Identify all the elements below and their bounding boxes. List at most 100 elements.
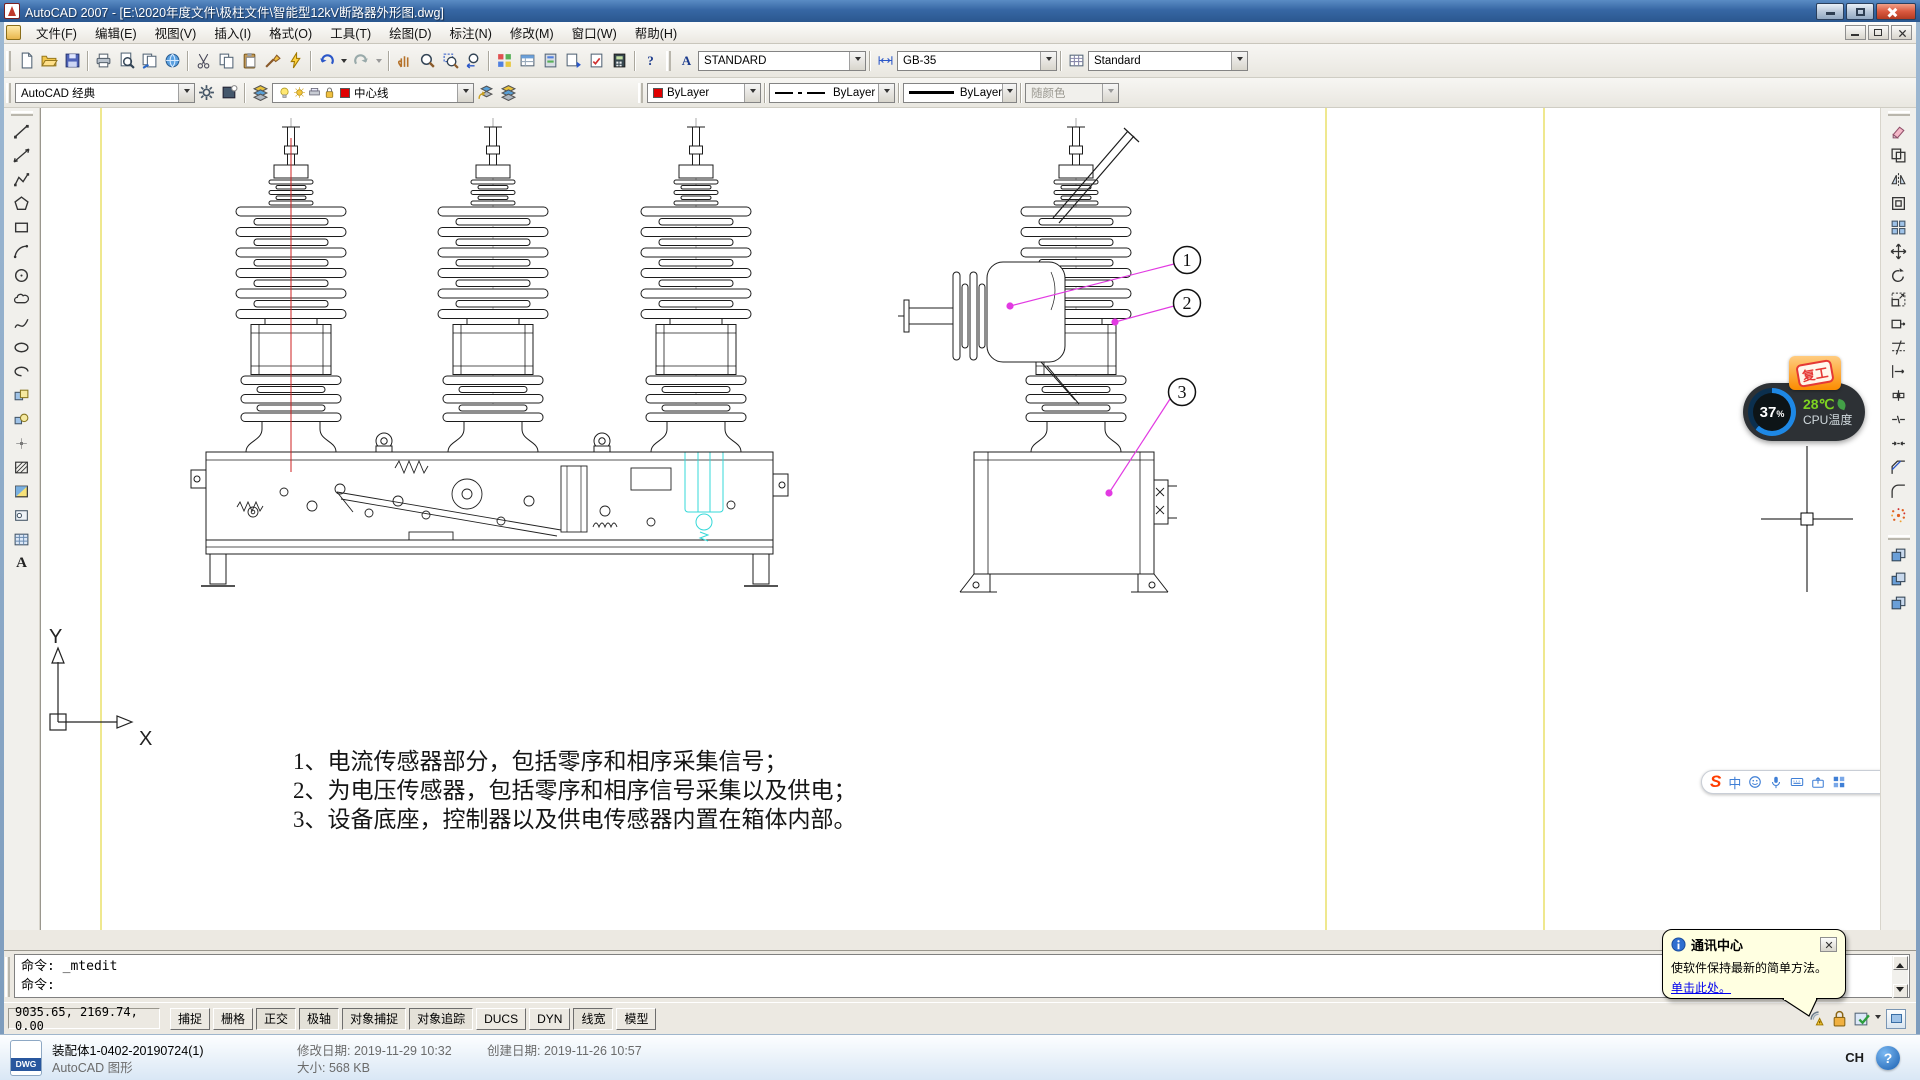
- new-icon[interactable]: [15, 50, 38, 72]
- ellipse-icon[interactable]: [9, 335, 35, 359]
- ime-keyboard-icon[interactable]: [1790, 775, 1804, 789]
- modify-toolbar-grip[interactable]: [1888, 111, 1910, 116]
- markup-set-manager-icon[interactable]: [585, 50, 608, 72]
- text-style-dropdown-icon[interactable]: [849, 52, 865, 70]
- plot-icon[interactable]: [92, 50, 115, 72]
- polar-toggle[interactable]: 极轴: [299, 1008, 339, 1030]
- dyn-toggle[interactable]: DYN: [529, 1008, 570, 1030]
- copy-clip-icon[interactable]: [215, 50, 238, 72]
- insert-block-icon[interactable]: [9, 383, 35, 407]
- ime-skin-grid-icon[interactable]: [1832, 775, 1846, 789]
- trim-icon[interactable]: [1886, 335, 1912, 359]
- rotate-icon[interactable]: [1886, 263, 1912, 287]
- publish-icon[interactable]: [138, 50, 161, 72]
- tray-dropdown-icon[interactable]: [1875, 1015, 1881, 1022]
- help-icon[interactable]: ?: [639, 50, 662, 72]
- coordinates-readout[interactable]: 9035.65, 2169.74, 0.00: [8, 1008, 160, 1029]
- block-editor-icon[interactable]: [284, 50, 307, 72]
- workspace-dropdown-icon[interactable]: [178, 84, 194, 102]
- tool-palettes-icon[interactable]: [539, 50, 562, 72]
- break-icon[interactable]: [1886, 407, 1912, 431]
- ime-mode-toggle[interactable]: 中: [1728, 773, 1741, 792]
- sheet-set-manager-icon[interactable]: [562, 50, 585, 72]
- ortho-toggle[interactable]: 正交: [256, 1008, 296, 1030]
- menu-modify[interactable]: 修改(M): [501, 21, 563, 44]
- layer-freeze-sun-icon[interactable]: [293, 86, 306, 99]
- redo-dropdown-icon[interactable]: [373, 50, 385, 72]
- layer-states-icon[interactable]: [497, 82, 520, 104]
- lineweight-combo[interactable]: ByLayer: [903, 83, 1017, 103]
- ime-emoji-icon[interactable]: [1748, 775, 1762, 789]
- color-dropdown-icon[interactable]: [744, 84, 760, 102]
- cpu-temp-widget[interactable]: 37% 28℃ CPU温度: [1743, 383, 1865, 441]
- mdi-close-button[interactable]: [1891, 25, 1912, 40]
- menu-edit[interactable]: 编辑(E): [86, 21, 146, 44]
- layer-previous-icon[interactable]: [474, 82, 497, 104]
- quickcalc-icon[interactable]: [608, 50, 631, 72]
- erase-icon[interactable]: [1886, 119, 1912, 143]
- minimize-button[interactable]: [1816, 3, 1844, 20]
- workspace-combo[interactable]: AutoCAD 经典: [15, 83, 195, 103]
- close-button[interactable]: [1876, 3, 1916, 20]
- plot-preview-icon[interactable]: [115, 50, 138, 72]
- linetype-combo[interactable]: ByLayer: [769, 83, 895, 103]
- layer-lock-icon[interactable]: [323, 86, 336, 99]
- designcenter-icon[interactable]: [516, 50, 539, 72]
- linetype-dropdown-icon[interactable]: [878, 84, 894, 102]
- draw-toolbar-grip[interactable]: [11, 111, 33, 116]
- undo-icon[interactable]: [315, 50, 338, 72]
- dim-style-combo[interactable]: GB-35: [897, 51, 1057, 71]
- mdi-minimize-button[interactable]: [1845, 25, 1866, 40]
- balloon-link[interactable]: 单击此处。: [1671, 979, 1731, 996]
- layer-dropdown-icon[interactable]: [457, 84, 473, 102]
- fillet-icon[interactable]: [1886, 479, 1912, 503]
- save-workspace-icon[interactable]: [218, 82, 241, 104]
- command-prompt-line[interactable]: 命令:: [21, 976, 1889, 995]
- revision-cloud-icon[interactable]: [9, 287, 35, 311]
- menu-tools[interactable]: 工具(T): [321, 21, 380, 44]
- undo-dropdown-icon[interactable]: [338, 50, 350, 72]
- chamfer-icon[interactable]: [1886, 455, 1912, 479]
- toolbar-grip[interactable]: [6, 51, 11, 71]
- lineweight-toggle[interactable]: 线宽: [573, 1008, 613, 1030]
- polyline-icon[interactable]: [9, 167, 35, 191]
- scale-icon[interactable]: [1886, 287, 1912, 311]
- properties-toolbar-grip[interactable]: [638, 83, 643, 103]
- layer-plot-icon[interactable]: [308, 86, 321, 99]
- menu-file[interactable]: 文件(F): [27, 21, 86, 44]
- point-icon[interactable]: [9, 431, 35, 455]
- save-icon[interactable]: [61, 50, 84, 72]
- multiline-text-icon[interactable]: A: [9, 551, 35, 575]
- dim-style-dropdown-icon[interactable]: [1040, 52, 1056, 70]
- table-style-icon[interactable]: [1065, 50, 1088, 72]
- layer-on-bulb-icon[interactable]: [278, 86, 291, 99]
- array-icon[interactable]: [1886, 215, 1912, 239]
- balloon-close-icon[interactable]: [1820, 937, 1837, 952]
- menu-dimension[interactable]: 标注(N): [441, 21, 501, 44]
- menu-format[interactable]: 格式(O): [260, 21, 321, 44]
- model-space-canvas[interactable]: Y X: [40, 108, 1880, 930]
- restore-button[interactable]: [1846, 3, 1874, 20]
- ducs-toggle[interactable]: DUCS: [476, 1008, 526, 1030]
- grid-toggle[interactable]: 栅格: [213, 1008, 253, 1030]
- mirror-icon[interactable]: [1886, 167, 1912, 191]
- spline-icon[interactable]: [9, 311, 35, 335]
- osnap-toggle[interactable]: 对象捕捉: [342, 1008, 406, 1030]
- menu-insert[interactable]: 插入(I): [205, 21, 260, 44]
- ime-voice-icon[interactable]: [1769, 775, 1783, 789]
- send-to-back-icon[interactable]: [1886, 567, 1912, 591]
- dwg-file-icon[interactable]: DWG: [10, 1040, 42, 1076]
- zoom-previous-icon[interactable]: [462, 50, 485, 72]
- otrack-toggle[interactable]: 对象追踪: [409, 1008, 473, 1030]
- circle-icon[interactable]: [9, 263, 35, 287]
- snap-toggle[interactable]: 捕捉: [170, 1008, 210, 1030]
- menu-view[interactable]: 视图(V): [146, 21, 206, 44]
- paste-icon[interactable]: [238, 50, 261, 72]
- stretch-icon[interactable]: [1886, 311, 1912, 335]
- mdi-restore-button[interactable]: [1868, 25, 1889, 40]
- polygon-icon[interactable]: [9, 191, 35, 215]
- explode-icon[interactable]: [1886, 503, 1912, 527]
- ime-toolbar[interactable]: S 中: [1701, 770, 1880, 794]
- ime-toolbox-icon[interactable]: [1811, 775, 1825, 789]
- extend-icon[interactable]: [1886, 359, 1912, 383]
